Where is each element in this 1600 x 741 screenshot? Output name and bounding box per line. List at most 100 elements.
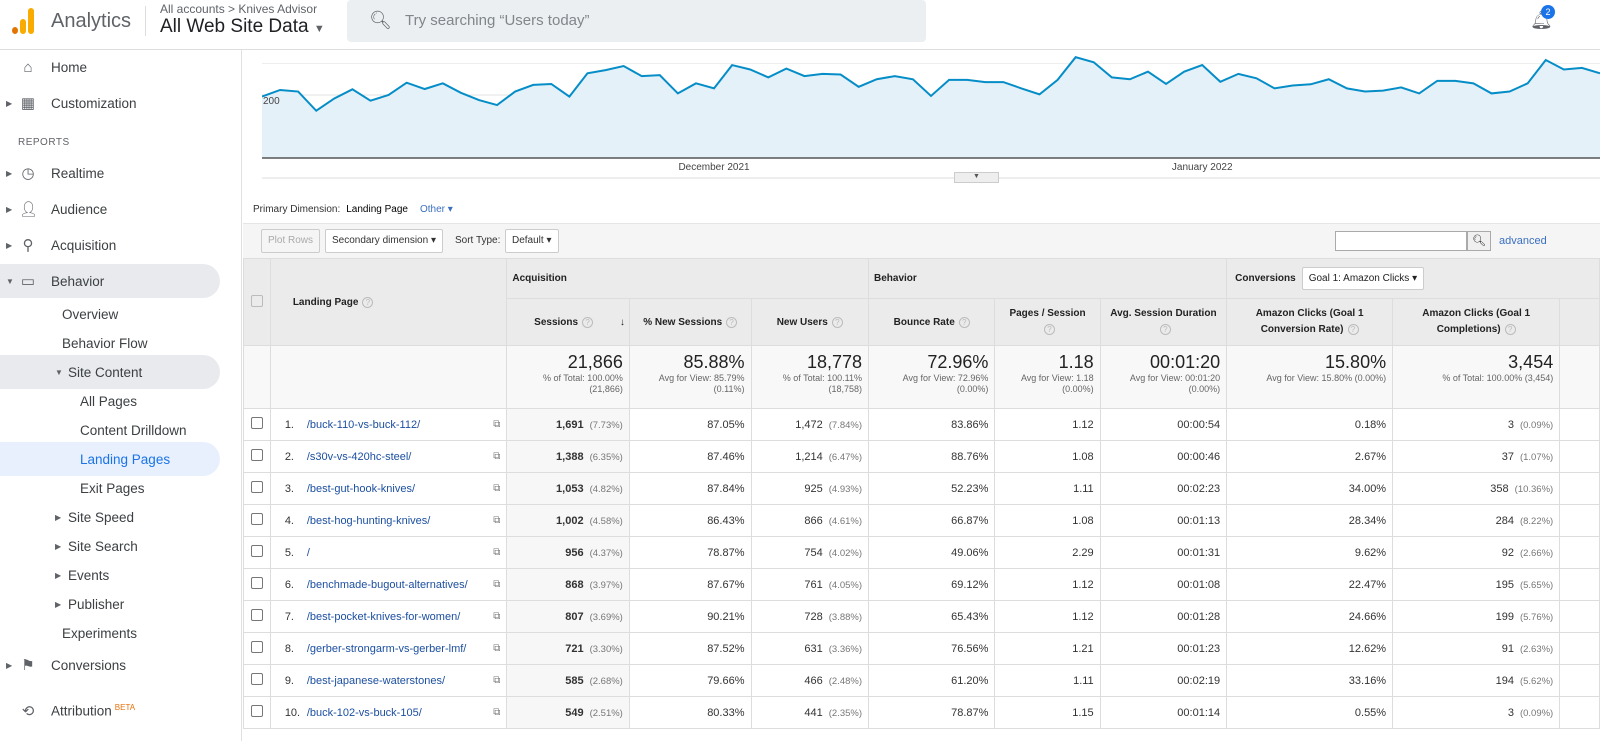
sidebar-item-label: Behavior Flow (62, 335, 148, 351)
sidebar-item-behavior[interactable]: ▼ ▭ Behavior (0, 264, 220, 298)
dimension-landing-page[interactable]: Landing Page (346, 204, 408, 215)
primary-dimension: Primary Dimension: Landing Page Other ▾ (253, 204, 453, 215)
caret-right-icon: ▶ (6, 240, 13, 250)
landing-page-link[interactable]: /buck-102-vs-buck-105/ (307, 707, 422, 719)
sidebar: REPORTS ⌂ Home ▶ ▦ Customization ▶ ◷ Realtime ▶ 👤… (0, 50, 242, 741)
divider (145, 6, 146, 36)
sidebar-item-label: Behavior (51, 273, 105, 289)
col-bounce-rate[interactable]: Bounce Rate? (868, 298, 996, 346)
home-icon: ⌂ (23, 58, 33, 76)
group-behavior: Behavior (868, 258, 1228, 299)
filter-search-icon[interactable]: 🔍︎ (1467, 231, 1491, 251)
sidebar-item-label: Site Search (68, 538, 138, 554)
advanced-filter-link[interactable]: advanced (1499, 235, 1547, 247)
person-icon: 👤︎ (19, 201, 39, 218)
open-external-icon[interactable]: ⧉ (493, 451, 500, 462)
group-conversions: Conversions Goal 1: Amazon Clicks ▾ (1226, 258, 1600, 299)
open-external-icon[interactable]: ⧉ (493, 483, 500, 494)
table-row: 1./buck-110-vs-buck-112/⧉ 1,691 (7.73%) 87.… (243, 408, 1600, 441)
search-bar[interactable]: 🔍︎ Try searching “Users today” (347, 0, 926, 42)
breadcrumb[interactable]: All accounts > Knives Advisor (160, 2, 317, 16)
caret-down-icon: ▼ (313, 23, 325, 35)
flag-icon: ⚑ (21, 657, 35, 674)
property-selector[interactable]: All Web Site Data ▼ (160, 16, 325, 38)
table-row: 4./best-hog-hunting-knives/⧉ 1,002 (4.58%)… (243, 504, 1600, 537)
caret-right-icon: ▶ (55, 541, 62, 551)
select-all-checkbox[interactable] (243, 258, 271, 346)
caret-right-icon: ▶ (55, 512, 62, 522)
sidebar-item-label: Overview (62, 306, 119, 322)
open-external-icon[interactable]: ⧉ (493, 547, 500, 558)
row-checkbox[interactable] (243, 696, 271, 729)
goal-select-dropdown[interactable]: Goal 1: Amazon Clicks ▾ (1301, 267, 1425, 290)
caret-right-icon: ▶ (6, 660, 13, 670)
dimension-other[interactable]: Other ▾ (420, 204, 453, 215)
search-icon: 🔍︎ (369, 10, 392, 30)
row-checkbox[interactable] (243, 472, 271, 505)
open-external-icon[interactable]: ⧉ (493, 515, 500, 526)
behavior-icon: ▭ (20, 273, 36, 290)
open-external-icon[interactable]: ⧉ (493, 419, 500, 430)
sidebar-item-label: Customization (51, 95, 137, 111)
landing-page-link[interactable]: /gerber-strongarm-vs-gerber-lmf/ (307, 643, 467, 655)
row-checkbox[interactable] (243, 408, 271, 441)
table-row: 5. / ⧉ 956 (4.37%) 78.87% 754 (4.02%) 49.06% 2.29… (243, 536, 1600, 569)
table-filter-input[interactable] (1335, 231, 1467, 251)
open-external-icon[interactable]: ⧉ (493, 611, 500, 622)
col-conversion-rate[interactable]: Amazon Clicks (Goal 1 Conversion Rate)? (1226, 298, 1394, 346)
row-checkbox[interactable] (243, 600, 271, 633)
sidebar-item-label: Site Speed (68, 509, 135, 525)
total-cell: 15.80% Avg for View: 15.80% (0.00%) (1226, 345, 1394, 409)
landing-page-link[interactable]: /best-hog-hunting-knives/ (307, 515, 431, 527)
landing-page-link[interactable]: /best-gut-hook-knives/ (307, 483, 415, 495)
row-checkbox[interactable] (243, 664, 271, 697)
row-checkbox[interactable] (243, 440, 271, 473)
col-avg-duration[interactable]: Avg. Session Duration? (1099, 298, 1228, 346)
col-new-sessions[interactable]: % New Sessions? (628, 298, 752, 346)
sidebar-item-label: Home (51, 59, 88, 75)
landing-page-link[interactable]: /buck-110-vs-buck-112/ (307, 419, 420, 431)
sidebar-item-customization[interactable]: ▶ ▦ Customization (0, 86, 240, 120)
landing-page-link[interactable]: /benchmade-bugout-alternatives/ (307, 579, 468, 591)
landing-page-link[interactable]: /best-pocket-knives-for-women/ (307, 611, 460, 623)
primary-dimension-label: Primary Dimension: (253, 204, 341, 215)
col-pages-session[interactable]: Pages / Session? (994, 298, 1101, 346)
row-checkbox[interactable] (243, 504, 271, 537)
row-checkbox[interactable] (243, 568, 271, 601)
caret-right-icon: ▶ (55, 599, 62, 609)
open-external-icon[interactable]: ⧉ (493, 579, 500, 590)
open-external-icon[interactable]: ⧉ (493, 675, 500, 686)
sidebar-item-conversions[interactable]: ▶ ⚑ Conversions (0, 648, 240, 682)
landing-page-link[interactable]: /best-japanese-waterstones/ (307, 675, 445, 687)
col-new-users[interactable]: New Users? (750, 298, 870, 346)
acquisition-icon: ⚲ (22, 237, 34, 254)
row-checkbox[interactable] (243, 536, 271, 569)
total-cell: 00:01:20 Avg for View: 00:01:20 (0.00%) (1099, 345, 1228, 409)
sidebar-item-label: Acquisition (51, 237, 117, 253)
sidebar-item-realtime[interactable]: ▶ ◷ Realtime (0, 156, 240, 190)
sort-type-dropdown[interactable]: Default ▾ (505, 229, 559, 253)
x-tick-label: January 2022 (1172, 162, 1233, 173)
sidebar-item-experiments[interactable]: Experiments (0, 616, 240, 650)
area-fill (262, 57, 1600, 159)
secondary-dimension-dropdown[interactable]: Secondary dimension ▾ (325, 229, 443, 253)
landing-page-link[interactable]: /s30v-vs-420hc-steel/ (307, 451, 412, 463)
sort-type-label: Sort Type: (455, 235, 501, 246)
open-external-icon[interactable]: ⧉ (493, 643, 500, 654)
open-external-icon[interactable]: ⧉ (493, 707, 500, 718)
analytics-logo-icon (10, 8, 36, 34)
plot-rows-button[interactable]: Plot Rows (261, 229, 321, 253)
sidebar-item-home[interactable]: ⌂ Home (0, 50, 240, 84)
sidebar-item-audience[interactable]: ▶ 👤︎ Audience (0, 192, 240, 226)
chart-toggle-button[interactable]: ▼ (954, 172, 999, 183)
sidebar-item-label: Experiments (62, 625, 138, 641)
col-landing-page[interactable]: Landing Page? (269, 258, 508, 346)
sidebar-item-acquisition[interactable]: ▶ ⚲ Acquisition (0, 228, 240, 262)
table-row: 10./buck-102-vs-buck-105/⧉ 549 (2.51%) 80.3… (243, 696, 1600, 729)
landing-page-link[interactable]: / (307, 547, 310, 559)
row-checkbox[interactable] (243, 632, 271, 665)
sidebar-item-attribution[interactable]: ⟲ Attribution BETA (0, 694, 240, 728)
col-completions[interactable]: Amazon Clicks (Goal 1 Completions)? (1392, 298, 1561, 346)
notification-badge: 2 (1541, 5, 1555, 19)
col-sessions[interactable]: Sessions? ↓ (506, 298, 630, 346)
